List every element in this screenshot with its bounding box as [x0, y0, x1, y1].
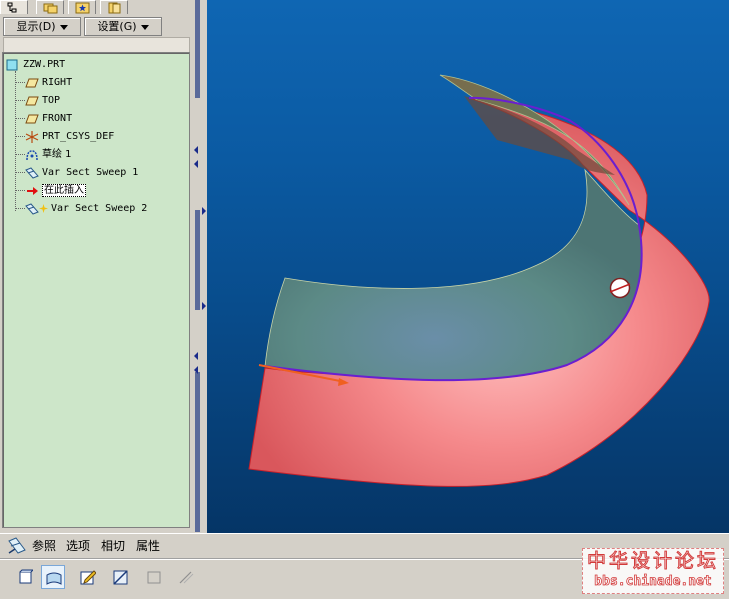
tree-root-label: ZZW.PRT [23, 59, 66, 70]
sweep-feature-icon [8, 537, 26, 554]
collapse-left-icon[interactable] [194, 352, 198, 360]
collapse-left-icon[interactable] [194, 366, 198, 374]
expand-right-icon[interactable] [202, 207, 206, 215]
sweep-icon [25, 203, 39, 215]
tree-connector-line [15, 154, 25, 155]
settings-menu-label: 设置(G) [97, 20, 137, 33]
model-tree-panel: 显示(D) 设置(G) ZZW.PRT RIGHT TOP FRONT PRT_… [0, 0, 193, 533]
expand-right-icon[interactable] [202, 302, 206, 310]
splitter-bar [195, 210, 200, 310]
model-tree-tab[interactable] [0, 0, 28, 14]
tab-references[interactable]: 参照 [32, 538, 56, 554]
pages-icon [108, 2, 121, 14]
display-menu-label: 显示(D) [16, 20, 56, 33]
watermark-url: bbs.chinade.net [594, 574, 712, 590]
trim-button[interactable] [174, 565, 198, 589]
tree-item-label: FRONT [42, 113, 73, 124]
collapse-left-icon[interactable] [194, 146, 198, 154]
tab-options[interactable]: 选项 [66, 538, 90, 554]
remove-material-icon [113, 570, 128, 585]
chevron-down-icon [140, 24, 149, 30]
navigator-tabs [0, 0, 193, 14]
splitter-bar [195, 0, 200, 98]
chevron-down-icon [59, 24, 68, 30]
tree-item-label: Var Sect Sweep 2 [51, 203, 148, 214]
model-tree: ZZW.PRT RIGHT TOP FRONT PRT_CSYS_DEF 草绘 … [2, 52, 190, 528]
solid-button[interactable] [13, 565, 37, 589]
tree-connector-line [15, 136, 25, 137]
tab-properties[interactable]: 属性 [136, 538, 160, 554]
inner-sweep-surface[interactable] [264, 168, 643, 381]
sketch-edit-icon [80, 570, 96, 585]
csys-icon [25, 131, 39, 143]
graphics-window[interactable] [207, 0, 729, 533]
tree-item-label: TOP [42, 95, 61, 106]
thicken-icon [147, 571, 161, 584]
tree-icon [7, 2, 17, 13]
sweep-surface-model [248, 74, 710, 487]
tree-item-label: 在此插入 [42, 184, 86, 197]
solid-icon [19, 569, 33, 584]
tree-menu-bar: 显示(D) 设置(G) [0, 15, 193, 37]
tree-connector-line [15, 208, 25, 209]
drag-handle[interactable] [609, 277, 631, 299]
settings-menu-button[interactable]: 设置(G) [84, 17, 162, 36]
new-feature-star-icon [39, 204, 48, 213]
splitter-bar [195, 372, 200, 532]
tree-item-label: RIGHT [42, 77, 73, 88]
tree-column-header [3, 37, 190, 53]
trim-icon [179, 571, 194, 584]
insert-arrow-icon [27, 187, 38, 195]
star-icon [75, 2, 90, 14]
remove-material-button[interactable] [109, 565, 133, 589]
tree-item-insert-label: 在此插入 [42, 183, 86, 199]
tree-item-label: PRT_CSYS_DEF [42, 131, 115, 142]
tree-connector-line [15, 100, 25, 101]
folders-icon [43, 3, 58, 14]
display-menu-button[interactable]: 显示(D) [3, 17, 81, 36]
favorites-tab[interactable] [68, 0, 96, 14]
part-icon [6, 59, 18, 71]
tree-connector-line [15, 172, 25, 173]
tree-connector-line [15, 82, 25, 83]
datum-plane-icon [25, 78, 39, 88]
surface-button[interactable] [41, 565, 65, 589]
sweep-icon [25, 167, 39, 179]
tree-item-label: Var Sect Sweep 1 [42, 167, 139, 178]
sketch-icon [26, 150, 38, 161]
tree-connector-line [15, 190, 25, 191]
tree-connector-line [15, 118, 25, 119]
sketch-edit-button[interactable] [76, 565, 100, 589]
datum-plane-icon [25, 96, 39, 106]
surface-icon [46, 572, 62, 585]
site-watermark: 中华设计论坛 bbs.chinade.net [582, 548, 724, 594]
datum-plane-icon [25, 114, 39, 124]
tree-item-label: 草绘 1 [42, 149, 72, 160]
tab-tangency[interactable]: 相切 [101, 538, 125, 554]
folder-browser-tab[interactable] [36, 0, 64, 14]
thicken-button[interactable] [142, 565, 166, 589]
watermark-title: 中华设计论坛 [586, 550, 719, 573]
collapse-left-icon[interactable] [194, 160, 198, 168]
connections-tab[interactable] [100, 0, 128, 14]
